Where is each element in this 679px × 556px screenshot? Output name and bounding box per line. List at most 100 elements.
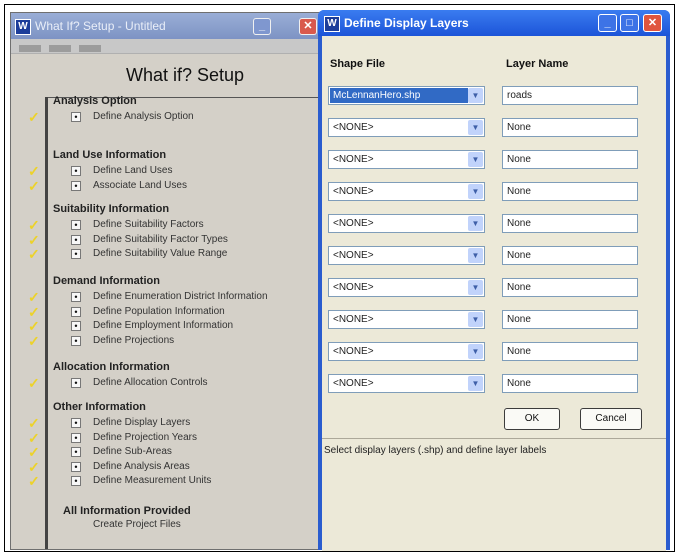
checkmark-icon: ✓ <box>28 444 40 460</box>
step-toggle-icon: • <box>71 180 81 191</box>
setup-step-label: Define Display Layers <box>93 417 191 428</box>
setup-step-label: Define Land Uses <box>93 165 173 176</box>
checkmark-icon: ✓ <box>28 246 40 262</box>
shape-file-select[interactable]: <NONE> ▼ <box>328 118 485 137</box>
progress-rail <box>45 97 48 549</box>
chevron-down-icon[interactable]: ▼ <box>468 376 483 391</box>
step-toggle-icon: • <box>71 432 81 443</box>
step-toggle-icon: • <box>71 476 81 486</box>
setup-step-label: Define Population Information <box>93 305 225 317</box>
setup-step-label: Define Measurement Units <box>93 475 212 486</box>
layer-name-input[interactable]: roads <box>502 86 638 105</box>
define-display-layers-dialog: W Define Display Layers _ □ ✕ Shape File… <box>318 10 670 551</box>
dialog-titlebar[interactable]: W Define Display Layers _ □ ✕ <box>318 10 670 36</box>
layer-name-value: None <box>507 282 531 293</box>
checkmark-icon: ✓ <box>28 318 40 334</box>
step-toggle-icon: • <box>71 335 81 346</box>
shape-file-select[interactable]: <NONE> ▼ <box>328 246 485 265</box>
setup-step-label: Define Projection Years <box>93 431 197 443</box>
w-app-icon: W <box>15 19 31 35</box>
chevron-down-icon[interactable]: ▼ <box>468 248 483 263</box>
layer-name-input[interactable]: None <box>502 342 638 361</box>
layer-name-value: None <box>507 218 531 229</box>
layer-name-input[interactable]: None <box>502 182 638 201</box>
setup-window-titlebar[interactable]: W What If? Setup - Untitled _ ✕ <box>11 13 321 39</box>
layer-name-value: None <box>507 122 531 133</box>
chevron-down-icon[interactable]: ▼ <box>468 184 483 199</box>
layer-name-input[interactable]: None <box>502 310 638 329</box>
step-toggle-icon: • <box>71 220 81 230</box>
minimize-button[interactable]: _ <box>253 18 271 35</box>
chevron-down-icon[interactable]: ▼ <box>468 280 483 295</box>
shape-file-select[interactable]: <NONE> ▼ <box>328 182 485 201</box>
section-title: Demand Information <box>53 275 160 287</box>
setup-step-label: Define Allocation Controls <box>93 377 208 388</box>
layer-name-input[interactable]: None <box>502 246 638 265</box>
shape-file-select[interactable]: McLennanHero.shp ▼ <box>328 86 485 105</box>
step-toggle-icon: • <box>71 447 81 457</box>
chevron-down-icon[interactable]: ▼ <box>468 152 483 167</box>
ok-button[interactable]: OK <box>504 408 560 430</box>
cancel-button[interactable]: Cancel <box>580 408 642 430</box>
shape-file-value: <NONE> <box>333 346 374 357</box>
step-toggle-icon: • <box>71 418 81 428</box>
shape-file-select[interactable]: <NONE> ▼ <box>328 278 485 297</box>
section-title: Analysis Option <box>53 95 137 107</box>
minimize-button[interactable]: _ <box>598 14 617 32</box>
shape-file-select[interactable]: <NONE> ▼ <box>328 214 485 233</box>
layer-name-input[interactable]: None <box>502 278 638 297</box>
layer-name-value: None <box>507 186 531 197</box>
setup-step-label: Define Enumeration District Information <box>93 291 268 302</box>
shape-file-select[interactable]: <NONE> ▼ <box>328 374 485 393</box>
step-toggle-icon: • <box>71 234 81 245</box>
chevron-down-icon[interactable]: ▼ <box>468 216 483 231</box>
shape-file-select[interactable]: <NONE> ▼ <box>328 150 485 169</box>
chevron-down-icon[interactable]: ▼ <box>468 312 483 327</box>
checkmark-icon: ✓ <box>28 231 40 248</box>
close-button[interactable]: ✕ <box>299 18 317 35</box>
chevron-down-icon[interactable]: ▼ <box>468 120 483 135</box>
checkmark-icon: ✓ <box>28 429 40 446</box>
layer-name-input[interactable]: None <box>502 374 638 393</box>
step-toggle-icon: • <box>71 292 81 302</box>
create-project-files-link[interactable]: Create Project Files <box>93 519 181 530</box>
layer-name-input[interactable]: None <box>502 118 638 137</box>
all-info-heading: All Information Provided <box>63 505 191 517</box>
step-toggle-icon: • <box>71 166 81 176</box>
chevron-down-icon[interactable]: ▼ <box>468 344 483 359</box>
checkmark-icon: ✓ <box>28 375 40 391</box>
setup-step-label: Define Projections <box>93 334 175 346</box>
section-title: Land Use Information <box>53 149 167 161</box>
shape-file-value: <NONE> <box>333 154 374 165</box>
menu-item[interactable] <box>49 45 71 52</box>
shape-file-value: <NONE> <box>333 122 374 133</box>
shape-file-value: <NONE> <box>333 186 374 197</box>
menu-item[interactable] <box>19 45 41 52</box>
setup-step-label: Define Analysis Areas <box>93 460 190 472</box>
layer-name-input[interactable]: None <box>502 214 638 233</box>
close-icon: ✕ <box>647 17 658 29</box>
checkmark-icon: ✓ <box>28 415 40 431</box>
layer-name-value: None <box>507 154 531 165</box>
checkmark-icon: ✓ <box>28 458 40 475</box>
shape-file-select[interactable]: <NONE> ▼ <box>328 310 485 329</box>
menu-item[interactable] <box>79 45 101 52</box>
checkmark-icon: ✓ <box>28 177 40 194</box>
checkmark-icon: ✓ <box>28 109 40 125</box>
shape-file-value: <NONE> <box>333 378 374 389</box>
layer-name-value: None <box>507 250 531 261</box>
step-toggle-icon: • <box>71 378 81 388</box>
shape-file-value: <NONE> <box>333 218 374 229</box>
shape-file-select[interactable]: <NONE> ▼ <box>328 342 485 361</box>
layer-name-value: None <box>507 346 531 357</box>
dialog-title: Define Display Layers <box>344 16 469 30</box>
minimize-icon: _ <box>604 17 611 29</box>
maximize-button[interactable]: □ <box>620 14 639 32</box>
close-button[interactable]: ✕ <box>643 14 662 32</box>
shape-file-header: Shape File <box>330 58 386 70</box>
chevron-down-icon[interactable]: ▼ <box>468 88 483 103</box>
shape-file-value: <NONE> <box>333 250 374 261</box>
layer-name-input[interactable]: None <box>502 150 638 169</box>
checkmark-icon: ✓ <box>28 289 40 305</box>
layer-name-value: None <box>507 378 531 389</box>
